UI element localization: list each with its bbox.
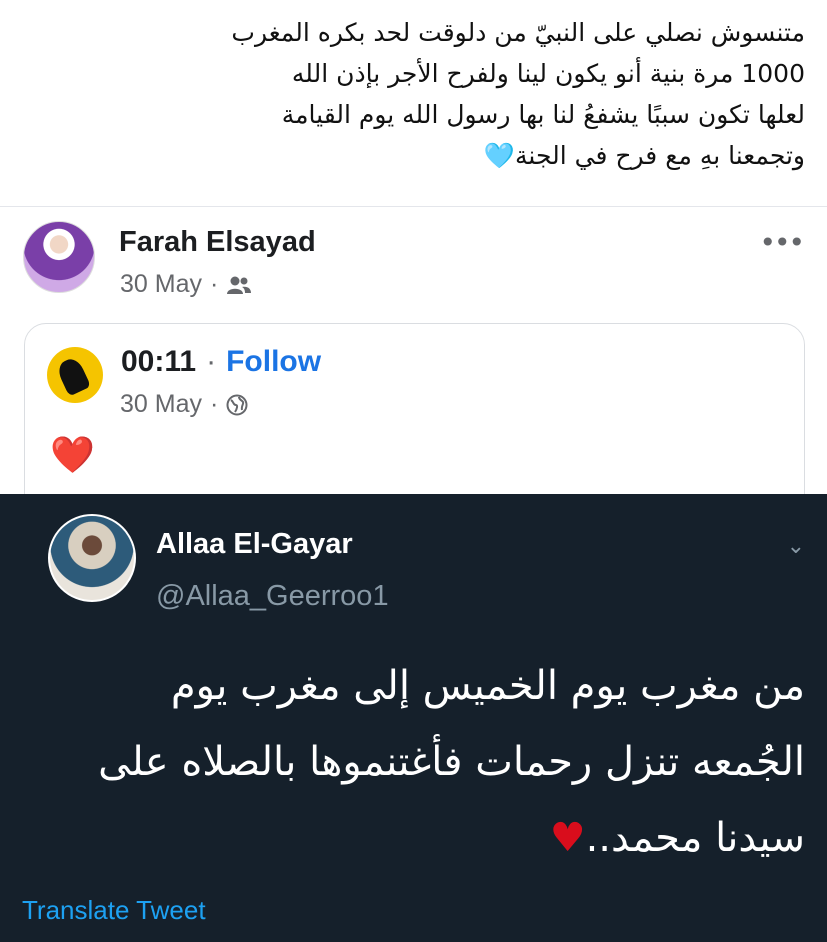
follow-button[interactable]: Follow <box>226 345 321 379</box>
top-post-line: وتجمعنا بهِ مع فرح في الجنة🩵 <box>20 135 805 176</box>
avatar[interactable] <box>47 347 103 403</box>
shared-post-meta: 30 May · <box>120 390 248 419</box>
red-heart-icon: ♥ <box>549 815 586 861</box>
tweet-author-name[interactable]: Allaa El-Gayar <box>156 528 353 561</box>
meta-separator: · <box>209 270 219 298</box>
friends-icon <box>226 275 252 295</box>
tweet-line: الجُمعه تنزل رحمات فأغتنموها بالصلاه على <box>98 739 805 785</box>
tweet-text: من مغرب يوم الخميس إلى مغرب يوم الجُمعه … <box>30 648 805 876</box>
top-post-text: متنسوش نصلي على النبيّ من دلوقت لحد بكره… <box>20 12 805 176</box>
post-author-name[interactable]: Farah Elsayad <box>119 226 316 259</box>
post-meta: 30 May · <box>120 270 252 299</box>
tweet-author-handle[interactable]: @Allaa_Geerroo1 <box>156 580 389 613</box>
top-post-line: 1000 مرة بنية أنو يكون لينا ولفرح الأجر … <box>291 59 805 88</box>
tweet-line: سيدنا محمد..♥ <box>30 800 805 876</box>
globe-icon <box>226 394 248 416</box>
more-options-icon[interactable]: ••• <box>759 226 805 259</box>
tweet-line-text: سيدنا محمد.. <box>585 815 805 861</box>
meta-separator: · <box>206 345 217 378</box>
divider <box>0 206 827 207</box>
post-date[interactable]: 30 May <box>120 390 202 419</box>
heart-reaction-icon: ❤️ <box>50 435 95 476</box>
translate-tweet-link[interactable]: Translate Tweet <box>22 895 206 926</box>
shared-post-author[interactable]: 00:11 <box>121 345 196 379</box>
chevron-down-icon[interactable]: ⌄ <box>787 534 805 559</box>
tweet-line: من مغرب يوم الخميس إلى مغرب يوم <box>170 663 805 709</box>
top-post-line-text: وتجمعنا بهِ مع فرح في الجنة <box>515 141 805 170</box>
meta-separator: · <box>209 390 219 418</box>
avatar[interactable] <box>48 514 136 602</box>
blue-heart-icon: 🩵 <box>483 141 516 170</box>
top-post-line: لعلها تكون سببًا يشفعُ لنا بها رسول الله… <box>281 100 805 129</box>
post-date[interactable]: 30 May <box>120 270 202 299</box>
shared-post-header: 00:11 · Follow <box>121 345 321 379</box>
avatar[interactable] <box>23 221 95 293</box>
top-post-line: متنسوش نصلي على النبيّ من دلوقت لحد بكره… <box>231 18 805 47</box>
